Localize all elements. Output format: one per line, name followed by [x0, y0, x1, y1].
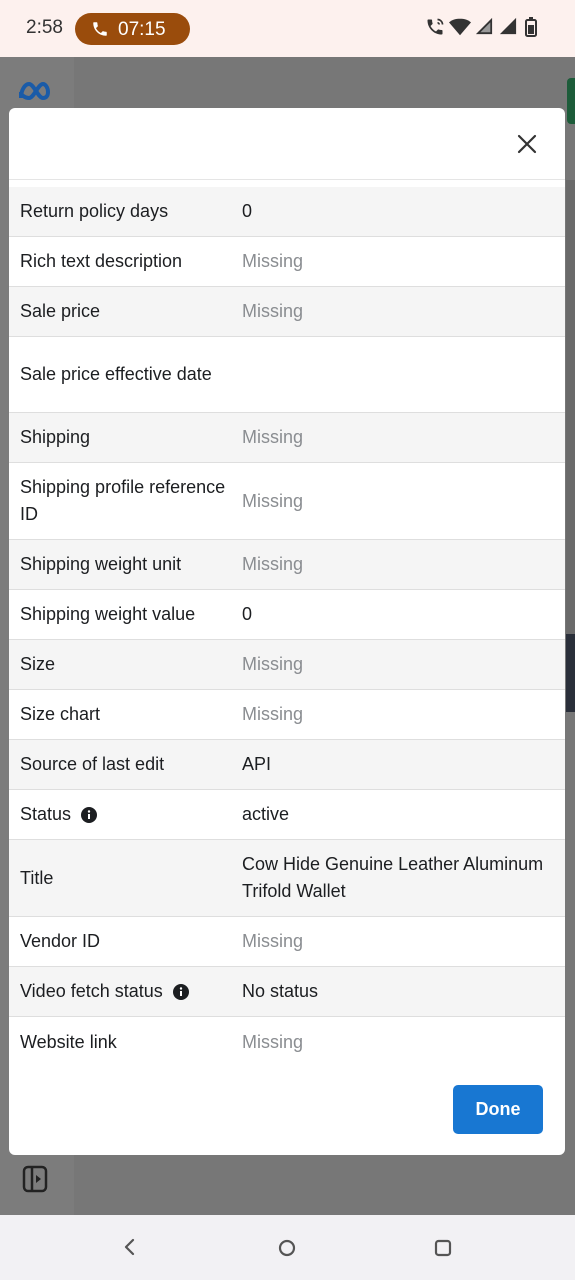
phone-icon	[93, 22, 107, 36]
row-label-text: Shipping weight value	[20, 604, 196, 624]
row-label-text: Shipping profile reference ID	[20, 477, 226, 524]
panel-toggle-icon	[22, 1165, 48, 1193]
row-label-text: Title	[20, 867, 54, 888]
status-time: 2:58	[26, 17, 63, 38]
close-button[interactable]	[513, 130, 541, 158]
background-image-sliver	[566, 634, 575, 712]
row-value: API	[242, 754, 272, 774]
battery-icon	[525, 17, 537, 37]
row-value: Missing	[242, 704, 304, 724]
table-row: Rich text description Missing	[9, 237, 565, 287]
row-label-text: Size	[20, 654, 56, 674]
table-row: Title Cow Hide Genuine Leather Aluminum T…	[9, 840, 565, 917]
background-strip	[566, 180, 575, 710]
row-value: active	[242, 804, 290, 824]
row-label: Website link	[9, 1029, 242, 1056]
wifi-icon	[449, 18, 471, 36]
row-label-text: Website link	[20, 1032, 117, 1052]
row-label: Sale price effective date	[9, 361, 242, 388]
table-row: Shipping weight value 0	[9, 590, 565, 640]
table-row: Size chart Missing	[9, 690, 565, 740]
row-value: Cow Hide Genuine Leather Aluminum Trifol…	[242, 854, 544, 901]
wifi-calling-icon	[427, 18, 444, 35]
row-value: 0	[242, 201, 253, 221]
done-button[interactable]: Done	[453, 1085, 543, 1134]
row-label: Source of last edit	[9, 751, 242, 778]
row-label: Sale price	[9, 298, 242, 325]
row-label: Shipping	[9, 424, 242, 451]
row-label-text: Shipping	[20, 427, 91, 447]
table-row: Shipping profile reference ID Missing	[9, 463, 565, 540]
row-label-text: Return policy days	[20, 201, 169, 221]
row-label-text: Sale price effective date	[20, 364, 212, 384]
modal-header	[9, 108, 565, 180]
row-value: Missing	[242, 427, 304, 447]
row-label-text: Sale price	[20, 301, 101, 321]
status-bar: 2:58 07:15	[0, 0, 575, 57]
row-label: Shipping weight value	[9, 601, 242, 628]
row-label: Shipping profile reference ID	[9, 474, 242, 528]
row-value: Missing	[242, 251, 304, 271]
row-label-text: Video fetch status	[20, 981, 163, 1001]
table-row: Video fetch status No status	[9, 967, 565, 1017]
table-row: Source of last edit API	[9, 740, 565, 790]
row-value: Missing	[242, 1032, 304, 1052]
signal-icon	[475, 17, 493, 35]
row-label: Video fetch status	[9, 978, 242, 1005]
row-value: Missing	[242, 301, 304, 321]
table-row: Vendor ID Missing	[9, 917, 565, 967]
table-row: Return policy days 0	[9, 187, 565, 237]
table-row: Size Missing	[9, 640, 565, 690]
row-value: Missing	[242, 931, 304, 951]
row-value: Missing	[242, 490, 304, 511]
table-row: Status active	[9, 790, 565, 840]
row-label: Status	[9, 801, 242, 828]
nav-back-icon[interactable]	[120, 1237, 140, 1257]
row-label: Size chart	[9, 701, 242, 728]
row-label: Rich text description	[9, 248, 242, 275]
table-row: Website link Missing	[9, 1017, 565, 1068]
info-icon[interactable]	[81, 806, 98, 823]
ongoing-call-pill[interactable]: 07:15	[75, 13, 190, 45]
table-row: Sale price Missing	[9, 287, 565, 337]
meta-logo	[19, 81, 51, 101]
navigation-bar	[0, 1215, 575, 1280]
row-label: Title	[9, 865, 242, 892]
table-row: Sale price effective date	[9, 337, 565, 413]
row-value: No status	[242, 981, 319, 1001]
table-row: Shipping weight unit Missing	[9, 540, 565, 590]
row-label-text: Vendor ID	[20, 931, 101, 951]
row-label: Shipping weight unit	[9, 551, 242, 578]
info-icon[interactable]	[172, 983, 189, 1000]
row-label-text: Size chart	[20, 704, 101, 724]
row-value: Missing	[242, 554, 304, 574]
row-label-text: Shipping weight unit	[20, 554, 182, 574]
call-timer: 07:15	[118, 19, 166, 40]
row-label: Return policy days	[9, 198, 242, 225]
table-row: Shipping Missing	[9, 413, 565, 463]
background-button-sliver	[567, 78, 575, 124]
row-value: 0	[242, 604, 253, 624]
row-label-text: Source of last edit	[20, 754, 165, 774]
close-icon	[517, 134, 537, 154]
row-label: Vendor ID	[9, 928, 242, 955]
row-value: Missing	[242, 654, 304, 674]
signal-icon-2	[499, 17, 517, 35]
row-label: Size	[9, 651, 242, 678]
details-table: Return policy days 0 Rich text description…	[9, 187, 565, 1068]
product-details-modal: Return policy days 0 Rich text description…	[9, 108, 565, 1155]
nav-recents-icon[interactable]	[433, 1238, 453, 1258]
nav-home-icon[interactable]	[277, 1238, 297, 1258]
row-label-text: Rich text description	[20, 251, 183, 271]
row-label-text: Status	[20, 804, 72, 824]
